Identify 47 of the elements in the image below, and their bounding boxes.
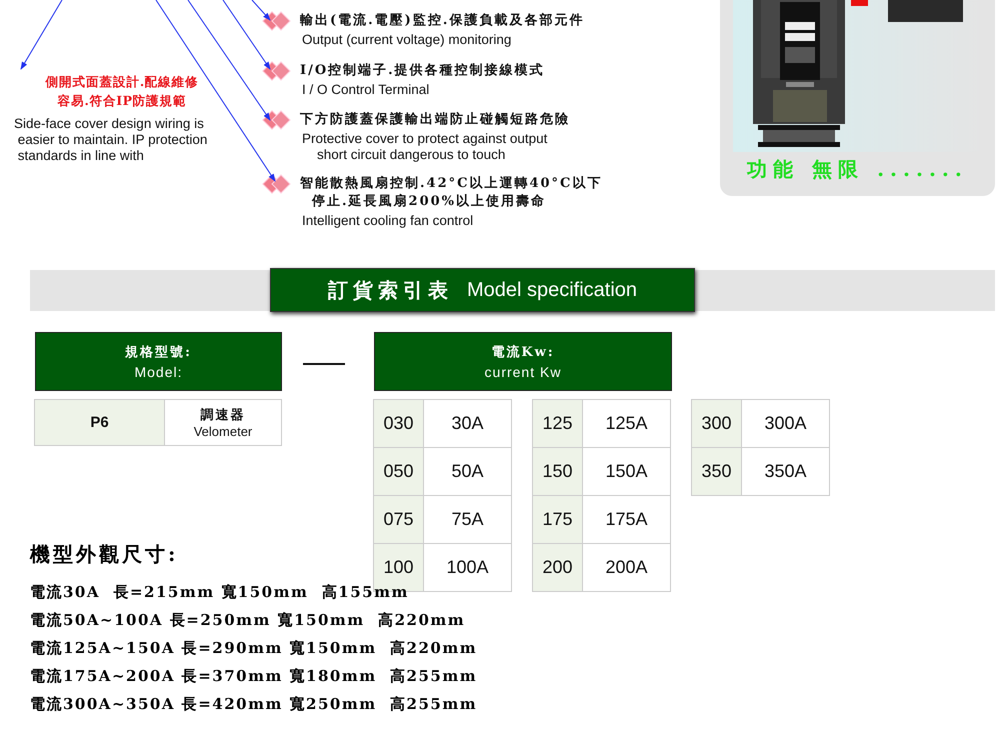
dimension-line: 電流50A~100A 長=250mm 寬150mm 高220mm bbox=[30, 610, 466, 631]
feature-title: 下方防護蓋保護輸出端防止碰觸短路危險 bbox=[300, 111, 570, 129]
diamond-icon bbox=[262, 174, 292, 194]
diamond-icon bbox=[262, 11, 292, 31]
arrow bbox=[20, 0, 62, 70]
side-cover-title: 容易.符合IP防護規範 bbox=[57, 91, 187, 110]
code-cell: 350 bbox=[691, 447, 742, 496]
current-cell: 30A bbox=[423, 399, 512, 448]
current-cell: 350A bbox=[741, 447, 830, 496]
code-cell: 175 bbox=[532, 495, 583, 544]
model-code-cell: P6 bbox=[34, 399, 165, 446]
feature-description: I / O Control Terminal bbox=[301, 82, 430, 98]
code-cell: 150 bbox=[532, 447, 583, 496]
feature-title: I/O控制端子.提供各種控制接線模式 bbox=[300, 62, 545, 80]
diamond-icon bbox=[262, 61, 292, 81]
dimensions-title: 機型外觀尺寸: bbox=[30, 541, 178, 568]
promo-slogan: 功能 無限 ....... bbox=[747, 156, 968, 183]
feature-title: 智能散熱風扇控制.42°C以上運轉40°C以下 bbox=[300, 175, 602, 193]
code-cell: 300 bbox=[691, 399, 742, 448]
current-cell: 200A bbox=[582, 543, 671, 592]
header-subtitle: Model: bbox=[134, 364, 183, 380]
dimension-line: 電流30A 長=215mm 寬150mm 高155mm bbox=[30, 582, 410, 603]
current-cell: 100A bbox=[423, 543, 512, 592]
code-cell: 075 bbox=[373, 495, 424, 544]
feature-title: 輸出(電流.電壓)監控.保護負載及各部元件 bbox=[300, 12, 584, 30]
header-subtitle: current Kw bbox=[484, 364, 562, 380]
side-cover-description: Side-face cover design wiring is easier to maintain. IP protection standards in line with bbox=[14, 116, 208, 164]
feature-title: 停止.延長風扇200%以上使用壽命 bbox=[310, 193, 546, 211]
dimension-line: 電流125A~150A 長=290mm 寬150mm 高220mm bbox=[30, 638, 478, 659]
code-cell: 030 bbox=[373, 399, 424, 448]
header-title: 規格型號: bbox=[125, 344, 192, 361]
model-name-cell: 調速器 Velometer bbox=[164, 399, 282, 446]
current-cell: 125A bbox=[582, 399, 671, 448]
side-cover-title: 側開式面蓋設計.配線維修 bbox=[45, 72, 199, 91]
header-title: 電流Kw: bbox=[491, 344, 555, 361]
diamond-icon bbox=[262, 110, 292, 130]
code-cell: 125 bbox=[532, 399, 583, 448]
feature-description: Protective cover to protect against output short circuit dangerous to touch bbox=[301, 131, 548, 163]
feature-description: Output (current voltage) monitoring bbox=[301, 32, 512, 48]
code-cell: 050 bbox=[373, 447, 424, 496]
dimension-line: 電流175A~200A 長=370mm 寬180mm 高255mm bbox=[30, 666, 478, 687]
code-cell: 200 bbox=[532, 543, 583, 592]
dash-line bbox=[303, 363, 345, 365]
dimension-line: 電流300A~350A 長=420mm 寬250mm 高255mm bbox=[30, 694, 478, 715]
current-cell: 300A bbox=[741, 399, 830, 448]
section-title: 訂貨索引表 Model specification bbox=[270, 268, 695, 312]
feature-description: Intelligent cooling fan control bbox=[301, 213, 474, 229]
